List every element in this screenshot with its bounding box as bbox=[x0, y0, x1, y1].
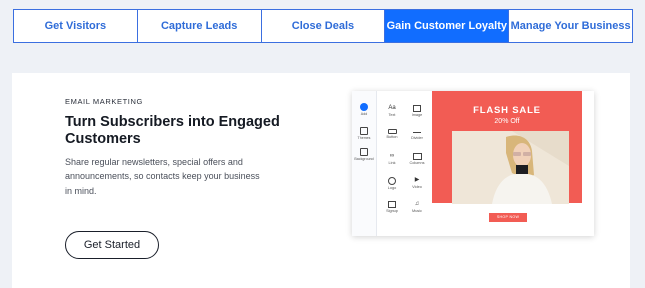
text-icon: Aa bbox=[388, 105, 396, 111]
rail-item-themes: Themes bbox=[352, 127, 376, 140]
section-eyebrow: EMAIL MARKETING bbox=[65, 97, 143, 106]
get-started-button[interactable]: Get Started bbox=[65, 231, 159, 259]
columns-icon bbox=[412, 153, 422, 160]
add-icon bbox=[360, 103, 368, 111]
solution-tabs: Get Visitors Capture Leads Close Deals G… bbox=[13, 9, 633, 43]
element-label: Columns bbox=[409, 161, 425, 165]
editor-rail: Add Themes Background bbox=[352, 91, 377, 236]
link-icon: ∞ bbox=[389, 153, 395, 159]
element-video: ▶ Video bbox=[406, 177, 428, 189]
element-text: Aa Text bbox=[381, 105, 403, 117]
model-photo bbox=[452, 131, 569, 204]
element-image: Image bbox=[406, 105, 428, 117]
element-label: Signup bbox=[386, 209, 398, 213]
shop-now-button: SHOP NOW bbox=[489, 213, 527, 222]
feature-card: EMAIL MARKETING Turn Subscribers into En… bbox=[12, 73, 630, 288]
divider-icon bbox=[413, 132, 421, 135]
element-label: Video bbox=[412, 185, 422, 189]
element-label: Button bbox=[386, 135, 398, 139]
themes-icon bbox=[360, 127, 368, 135]
section-headline: Turn Subscribers into Engaged Customers bbox=[65, 114, 280, 147]
rail-item-add: Add bbox=[352, 103, 376, 116]
logo-icon bbox=[388, 177, 396, 185]
rail-item-background: Background bbox=[352, 148, 376, 161]
element-label: Music bbox=[412, 209, 422, 213]
email-canvas: FLASH SALE 20% Off SHOP NOW bbox=[432, 91, 582, 236]
element-label: Image bbox=[411, 113, 423, 117]
email-editor-preview: Add Themes Background Aa Text Image Butto… bbox=[352, 91, 594, 236]
element-signup: Signup bbox=[381, 201, 403, 213]
tab-gain-customer-loyalty[interactable]: Gain Customer Loyalty bbox=[385, 10, 510, 42]
tab-close-deals[interactable]: Close Deals bbox=[262, 10, 386, 42]
flash-sale-subtitle: 20% Off bbox=[494, 118, 520, 125]
element-columns: Columns bbox=[406, 153, 428, 165]
video-icon: ▶ bbox=[414, 177, 420, 183]
element-button: Button bbox=[381, 129, 403, 139]
element-label: Link bbox=[388, 161, 396, 165]
section-description: Share regular newsletters, special offer… bbox=[65, 157, 260, 196]
tab-manage-your-business[interactable]: Manage Your Business bbox=[509, 10, 632, 42]
background-icon bbox=[360, 148, 368, 156]
button-icon bbox=[387, 129, 397, 134]
elements-panel: Aa Text Image Button Divider ∞ Link Column… bbox=[377, 91, 433, 236]
tab-get-visitors[interactable]: Get Visitors bbox=[14, 10, 138, 42]
element-logo: Logo bbox=[381, 177, 403, 190]
model-illustration bbox=[492, 131, 569, 204]
flash-sale-title: FLASH SALE bbox=[473, 105, 541, 116]
element-divider: Divider bbox=[406, 129, 428, 140]
rail-label: Background bbox=[354, 157, 374, 161]
image-icon bbox=[413, 105, 421, 112]
rail-label: Add bbox=[360, 112, 368, 116]
element-music: ♫ Music bbox=[406, 201, 428, 213]
element-link: ∞ Link bbox=[381, 153, 403, 165]
element-label: Text bbox=[388, 113, 396, 117]
rail-label: Themes bbox=[357, 136, 371, 140]
element-label: Divider bbox=[411, 136, 423, 140]
music-icon: ♫ bbox=[414, 201, 420, 207]
signup-icon bbox=[388, 201, 396, 208]
element-label: Logo bbox=[387, 186, 397, 190]
tab-capture-leads[interactable]: Capture Leads bbox=[138, 10, 262, 42]
